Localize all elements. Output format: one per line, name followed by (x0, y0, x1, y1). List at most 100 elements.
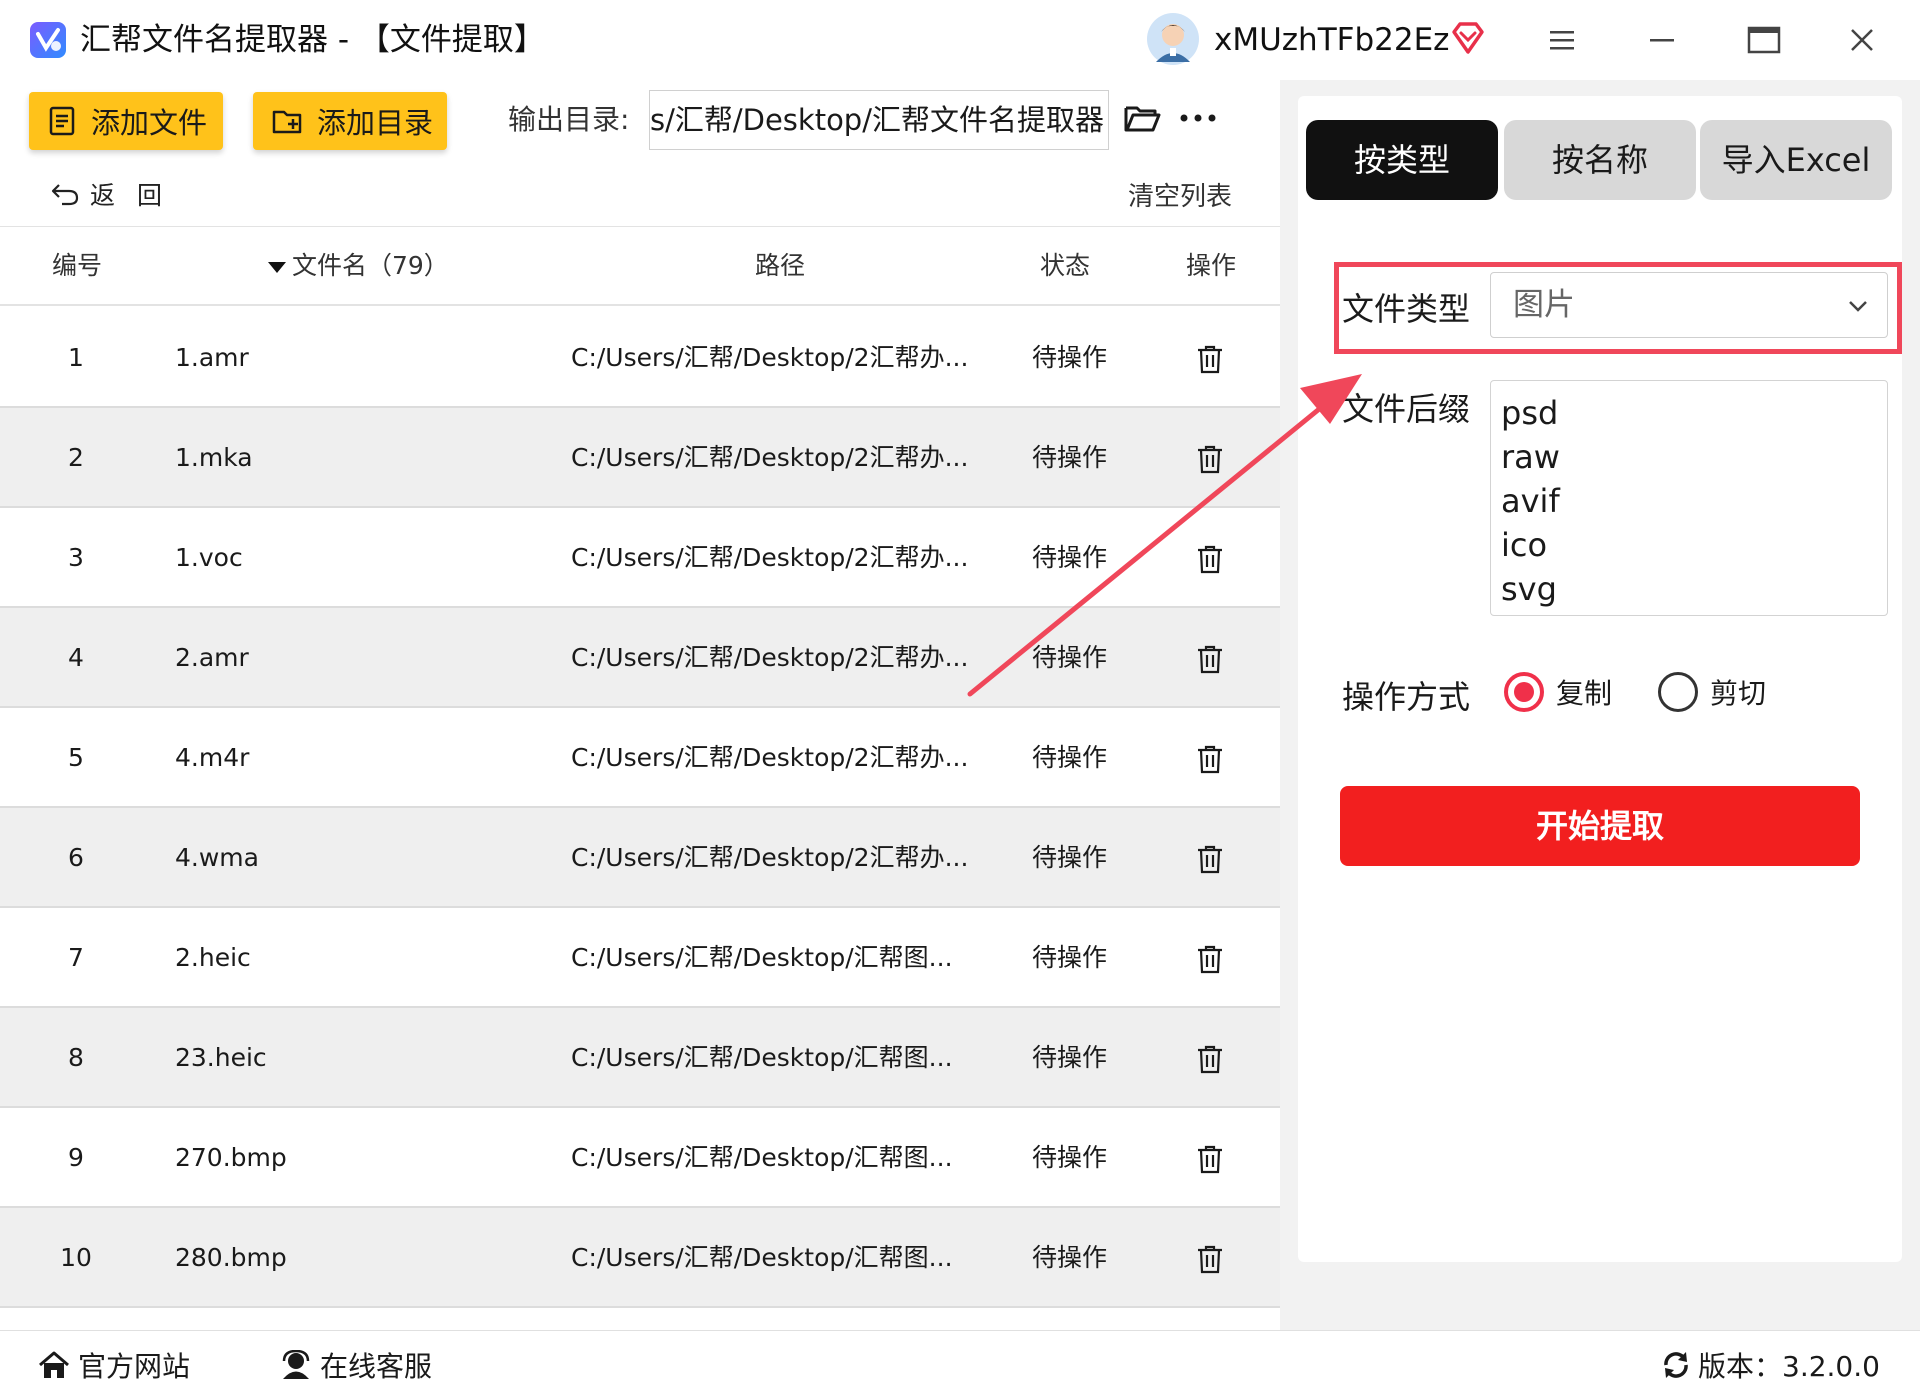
row-filename: 2.amr (175, 643, 249, 672)
app-logo-icon (30, 22, 66, 58)
row-status: 待操作 (1032, 843, 1108, 872)
radio-copy[interactable]: 复制 (1504, 672, 1612, 712)
official-site-link[interactable]: 官方网站 (38, 1331, 190, 1398)
table-row[interactable]: 6 4.wma C:/Users/汇帮/Desktop/2汇帮办... 待操作 (0, 808, 1280, 908)
row-status: 待操作 (1032, 1143, 1108, 1172)
table-row[interactable]: 4 2.amr C:/Users/汇帮/Desktop/2汇帮办... 待操作 (0, 608, 1280, 708)
service-icon (282, 1350, 310, 1379)
version-label: 版本：3.2.0.0 (1698, 1350, 1880, 1383)
folder-open-icon[interactable] (1122, 98, 1162, 138)
row-status: 待操作 (1032, 1043, 1108, 1072)
column-header-name[interactable]: 文件名（79） (268, 227, 449, 305)
add-directory-label: 添加目录 (317, 106, 434, 140)
tab-by-name[interactable]: 按名称 (1504, 120, 1696, 200)
more-dots-icon[interactable] (1176, 98, 1220, 138)
avatar[interactable] (1146, 12, 1200, 66)
table-row[interactable]: 5 4.m4r C:/Users/汇帮/Desktop/2汇帮办... 待操作 (0, 708, 1280, 808)
start-extract-button[interactable]: 开始提取 (1340, 786, 1860, 866)
app-title: 汇帮文件名提取器 - 【文件提取】 (80, 22, 545, 58)
suffix-item: raw (1501, 438, 1560, 476)
row-filename: 1.amr (175, 343, 249, 372)
sort-down-icon[interactable] (268, 261, 286, 273)
trash-icon[interactable] (1196, 644, 1224, 674)
clear-list-button[interactable]: 清空列表 (1128, 176, 1232, 213)
table-row[interactable]: 8 23.heic C:/Users/汇帮/Desktop/汇帮图... 待操作 (0, 1008, 1280, 1108)
row-filename: 1.voc (175, 543, 243, 572)
back-button[interactable]: 返回 (50, 176, 184, 212)
hamburger-icon (1550, 31, 1574, 50)
column-header-op: 操作 (1186, 251, 1237, 280)
row-path: C:/Users/汇帮/Desktop/汇帮图... (571, 1043, 953, 1072)
file-suffix-textarea[interactable]: psd raw avif ico svg (1490, 380, 1888, 616)
table-row[interactable]: 3 1.voc C:/Users/汇帮/Desktop/2汇帮办... 待操作 (0, 508, 1280, 608)
trash-icon[interactable] (1196, 1044, 1224, 1074)
refresh-icon[interactable] (1660, 1349, 1692, 1381)
trash-icon[interactable] (1196, 444, 1224, 474)
row-path: C:/Users/汇帮/Desktop/汇帮图... (571, 1243, 953, 1272)
row-path: C:/Users/汇帮/Desktop/2汇帮办... (571, 543, 969, 572)
table-row[interactable]: 1 1.amr C:/Users/汇帮/Desktop/2汇帮办... 待操作 (0, 308, 1280, 408)
trash-icon[interactable] (1196, 344, 1224, 374)
add-directory-button[interactable]: 添加目录 (253, 92, 447, 150)
row-status: 待操作 (1032, 343, 1108, 372)
row-number: 8 (68, 1043, 84, 1072)
radio-checked-icon (1504, 672, 1544, 712)
file-list-panel: 添加文件 添加目录 输出目录: C:/Users/汇帮/Desktop/汇帮文件… (0, 80, 1280, 1330)
maximize-icon (1747, 26, 1781, 54)
radio-cut[interactable]: 剪切 (1658, 672, 1766, 712)
row-status: 待操作 (1032, 1243, 1108, 1272)
row-filename: 270.bmp (175, 1143, 287, 1172)
table-row[interactable]: 9 270.bmp C:/Users/汇帮/Desktop/汇帮图... 待操作 (0, 1108, 1280, 1208)
radio-unchecked-icon (1658, 672, 1698, 712)
row-status: 待操作 (1032, 643, 1108, 672)
trash-icon[interactable] (1196, 744, 1224, 774)
row-number: 5 (68, 743, 84, 772)
row-number: 6 (68, 843, 84, 872)
online-service-link[interactable]: 在线客服 (280, 1331, 432, 1398)
status-footer: 官方网站 在线客服 版本：3.2.0.0 (0, 1330, 1920, 1398)
trash-icon[interactable] (1196, 1144, 1224, 1174)
radio-copy-label: 复制 (1556, 677, 1613, 710)
table-row[interactable]: 7 2.heic C:/Users/汇帮/Desktop/汇帮图... 待操作 (0, 908, 1280, 1008)
title-bar: 汇帮文件名提取器 - 【文件提取】 xMUzhTFb22Ez (0, 0, 1920, 80)
row-filename: 1.mka (175, 443, 253, 472)
operation-mode-label: 操作方式 (1342, 678, 1471, 716)
tab-by-type[interactable]: 按类型 (1306, 120, 1498, 200)
suffix-item: psd (1501, 394, 1559, 432)
close-button[interactable] (1840, 18, 1884, 62)
column-header-path: 路径 (755, 251, 806, 280)
row-number: 1 (68, 343, 84, 372)
row-path: C:/Users/汇帮/Desktop/2汇帮办... (571, 743, 969, 772)
column-header-no: 编号 (52, 251, 103, 280)
row-number: 10 (60, 1243, 92, 1272)
menu-button[interactable] (1540, 18, 1584, 62)
maximize-button[interactable] (1742, 18, 1786, 62)
trash-icon[interactable] (1196, 844, 1224, 874)
row-filename: 2.heic (175, 943, 251, 972)
row-filename: 4.m4r (175, 743, 250, 772)
row-number: 3 (68, 543, 84, 572)
file-suffix-label: 文件后缀 (1342, 390, 1471, 428)
tab-import-excel[interactable]: 导入Excel (1700, 120, 1892, 200)
row-number: 4 (68, 643, 84, 672)
close-icon (1851, 29, 1873, 51)
row-filename: 23.heic (175, 1043, 267, 1072)
minimize-button[interactable] (1640, 18, 1684, 62)
table-row[interactable]: 10 280.bmp C:/Users/汇帮/Desktop/汇帮图... 待操… (0, 1208, 1280, 1308)
table-row[interactable]: 2 1.mka C:/Users/汇帮/Desktop/2汇帮办... 待操作 (0, 408, 1280, 508)
back-label: 返回 (90, 181, 185, 210)
official-site-label: 官方网站 (78, 1350, 191, 1383)
row-path: C:/Users/汇帮/Desktop/汇帮图... (571, 1143, 953, 1172)
username[interactable]: xMUzhTFb22Ez (1214, 18, 1449, 62)
row-filename: 280.bmp (175, 1243, 287, 1272)
row-number: 7 (68, 943, 84, 972)
trash-icon[interactable] (1196, 944, 1224, 974)
vip-diamond-icon[interactable] (1450, 20, 1486, 56)
row-path: C:/Users/汇帮/Desktop/2汇帮办... (571, 443, 969, 472)
suffix-item: svg (1501, 570, 1557, 608)
add-file-button[interactable]: 添加文件 (29, 92, 223, 150)
row-status: 待操作 (1032, 543, 1108, 572)
trash-icon[interactable] (1196, 544, 1224, 574)
output-dir-input[interactable]: C:/Users/汇帮/Desktop/汇帮文件名提取器 (649, 90, 1109, 150)
trash-icon[interactable] (1196, 1244, 1224, 1274)
